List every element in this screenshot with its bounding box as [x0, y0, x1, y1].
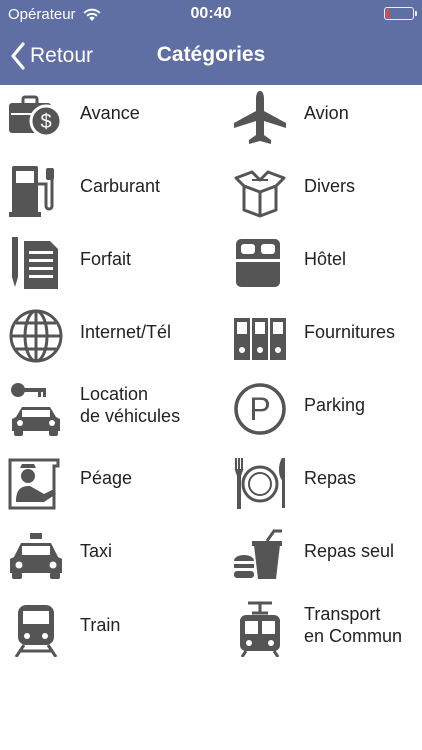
category-label-line1: Train [80, 615, 121, 635]
category-label-line1: Repas seul [304, 541, 395, 561]
category-label-line1: Fournitures [304, 322, 396, 342]
category-label: Internet/Tél [80, 304, 220, 360]
category-label: Hôtel [304, 231, 422, 287]
train-icon [8, 601, 64, 657]
airplane-icon [232, 89, 288, 145]
category-label: Taxi [80, 523, 220, 579]
category-carburant[interactable]: Carburant [0, 158, 211, 231]
category-label-line1: Parking [304, 395, 366, 415]
category-label-line1: Péage [80, 468, 133, 488]
category-label: Péage [80, 450, 220, 506]
category-fournitures[interactable]: Fournitures [224, 304, 422, 377]
category-repas-seul[interactable]: Repas seul [224, 523, 422, 596]
category-label-line1: Avance [80, 103, 140, 123]
category-location[interactable]: Location de véhicules [0, 377, 211, 450]
navigation-bar: Retour Catégories [0, 28, 422, 85]
category-label-line1: Repas [304, 468, 357, 488]
tram-icon [232, 601, 288, 657]
binders-icon [232, 308, 288, 364]
car-key-icon [8, 381, 64, 437]
category-h-tel[interactable]: Hôtel [224, 231, 422, 304]
category-divers[interactable]: Divers [224, 158, 422, 231]
category-label: Carburant [80, 158, 220, 214]
category-label-line2: en Commun [304, 626, 403, 646]
category-label: Fournitures [304, 304, 422, 360]
fuel-pump-icon [8, 162, 64, 218]
category-label-line1: Divers [304, 176, 356, 196]
open-box-icon [232, 162, 288, 218]
parking-icon: P [232, 381, 288, 437]
category-label: Parking [304, 377, 422, 433]
status-bar: Opérateur 00:40 [0, 0, 422, 28]
money-briefcase-icon: $ [8, 89, 64, 145]
svg-text:$: $ [40, 111, 51, 133]
svg-text:P: P [249, 391, 270, 427]
category-label-line1: Location [80, 384, 149, 404]
category-forfait[interactable]: Forfait [0, 231, 211, 304]
category-label-line1: Internet/Tél [80, 322, 172, 342]
category-label: Train [80, 597, 220, 653]
status-time: 00:40 [190, 5, 232, 22]
document-pencil-icon [8, 235, 64, 291]
chevron-left-icon [11, 42, 25, 70]
category-train[interactable]: Train [0, 597, 211, 670]
category-avance[interactable]: $ Avance [0, 85, 211, 158]
back-label: Retour [30, 44, 94, 67]
bed-icon [232, 235, 288, 291]
category-label-line1: Avion [304, 103, 349, 123]
category-label: Repas seul [304, 523, 422, 579]
category-label-line1: Taxi [80, 541, 113, 561]
category-parking[interactable]: P Parking [224, 377, 422, 450]
category-label-line1: Forfait [80, 249, 132, 269]
toll-booth-icon [8, 454, 64, 510]
category-label: Forfait [80, 231, 220, 287]
category-label: Repas [304, 450, 422, 506]
fast-food-icon [232, 527, 288, 583]
category-label: Avion [304, 85, 422, 141]
globe-icon [8, 308, 64, 364]
category-label-line1: Carburant [80, 176, 161, 196]
taxi-icon [8, 527, 64, 583]
category-internet-tél[interactable]: Internet/Tél [0, 304, 211, 377]
category-label-line1: Transport [304, 604, 381, 624]
plate-cutlery-icon [232, 454, 288, 510]
category-label: Location de véhicules [80, 377, 220, 433]
category-transport[interactable]: Transport en Commun [224, 597, 422, 670]
battery-level [386, 9, 389, 18]
category-taxi[interactable]: Taxi [0, 523, 211, 596]
category-label: Avance [80, 85, 220, 141]
category-label: Divers [304, 158, 422, 214]
category-label-line2: de véhicules [80, 406, 181, 426]
back-button[interactable]: Retour [10, 40, 93, 72]
category-label: Transport en Commun [304, 597, 422, 653]
category-repas[interactable]: Repas [224, 450, 422, 523]
category-label-line1: Hôtel [304, 249, 347, 269]
category-péage[interactable]: Péage [0, 450, 211, 523]
battery-icon [384, 7, 417, 20]
category-avion[interactable]: Avion [224, 85, 422, 158]
